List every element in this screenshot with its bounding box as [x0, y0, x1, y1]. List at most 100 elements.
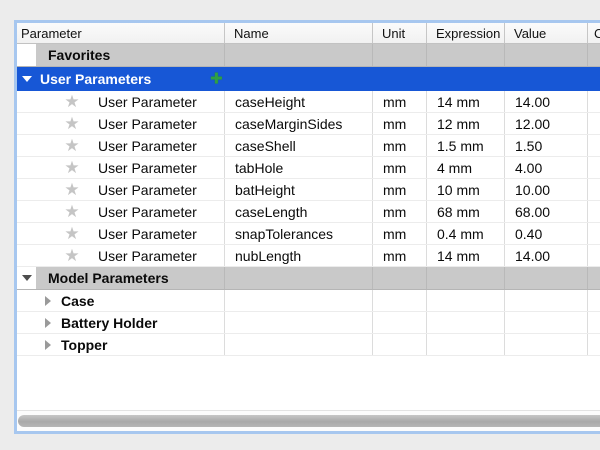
expression-cell[interactable]: 12 mm	[427, 113, 505, 134]
name-cell[interactable]: caseMarginSides	[225, 113, 373, 134]
value-cell[interactable]: 12.00	[505, 113, 588, 134]
value-cell[interactable]: 14.00	[505, 91, 588, 112]
column-header-unit[interactable]: Unit	[373, 23, 427, 43]
name-cell[interactable]: caseShell	[225, 135, 373, 156]
column-header-label: Unit	[382, 26, 405, 41]
unit-cell[interactable]: mm	[373, 201, 427, 222]
parameter-row[interactable]: ★ User Parameter batHeight mm 10 mm 10.00	[17, 179, 600, 201]
parameter-row[interactable]: ★User ParametercaseHeightmm14 mm14.00	[17, 91, 600, 113]
parameter-cell: ★ User Parameter	[17, 223, 225, 244]
value-cell[interactable]: 14.00	[505, 245, 588, 266]
column-header-label: Comments	[594, 26, 600, 41]
comments-cell	[588, 113, 600, 134]
group-empty-cell	[588, 312, 600, 333]
expression-cell[interactable]: 14 mm	[427, 245, 505, 266]
chevron-down-icon[interactable]	[22, 76, 32, 82]
expression-cell[interactable]: 4 mm	[427, 157, 505, 178]
value-cell[interactable]: 68.00	[505, 201, 588, 222]
expression-cell[interactable]: 14 mm	[427, 91, 505, 112]
section-row-user-parameters[interactable]: User Parameters ✚	[17, 67, 600, 91]
parameter-type-label: User Parameter	[98, 226, 197, 242]
group-row-case[interactable]: Case	[17, 290, 600, 312]
unit-value: mm	[383, 248, 406, 264]
unit-cell[interactable]: mm	[373, 91, 427, 112]
disclosure-gutter	[17, 267, 36, 289]
parameter-row[interactable]: ★ User Parameter tabHolemm4 mm4.00	[17, 157, 600, 179]
star-icon[interactable]: ★	[62, 181, 82, 198]
star-icon[interactable]: ★	[62, 159, 82, 176]
chevron-right-icon[interactable]	[45, 318, 51, 328]
chevron-down-icon[interactable]	[22, 275, 32, 281]
unit-cell[interactable]: mm	[373, 113, 427, 134]
section-label: Favorites	[48, 47, 110, 63]
column-header-expression[interactable]: Expression	[427, 23, 505, 43]
group-row-battery-holder[interactable]: Battery Holder	[17, 312, 600, 334]
parameter-row[interactable]: ★User ParametercaseLengthmm68 mm68.00	[17, 201, 600, 223]
name-cell[interactable]: tabHole	[225, 157, 373, 178]
star-icon[interactable]: ★	[62, 115, 82, 132]
value-cell[interactable]: 0.40	[505, 223, 588, 244]
name-cell[interactable]: caseHeight	[225, 91, 373, 112]
chevron-right-icon[interactable]	[45, 340, 51, 350]
parameter-row[interactable]: ★User ParameternubLengthmm14 mm14.00	[17, 245, 600, 267]
table-rows: FavoritesUser Parameters✚★User Parameter…	[17, 44, 600, 356]
expression-cell[interactable]: 68 mm	[427, 201, 505, 222]
plus-icon[interactable]: ✚	[210, 72, 223, 87]
value-value: 14.00	[515, 94, 550, 110]
section-empty-cell	[427, 44, 505, 66]
group-empty-cell	[225, 334, 373, 355]
column-header-name[interactable]: Name	[225, 23, 373, 43]
star-icon[interactable]: ★	[62, 93, 82, 110]
expression-value: 14 mm	[437, 94, 480, 110]
comments-cell	[588, 179, 600, 200]
section-empty-cell	[225, 44, 373, 66]
unit-cell[interactable]: mm	[373, 135, 427, 156]
name-value: caseLength	[235, 204, 307, 220]
disclosure-gutter	[17, 44, 36, 66]
expression-cell[interactable]: 1.5 mm	[427, 135, 505, 156]
section-row-favorites[interactable]: Favorites	[17, 44, 600, 67]
group-empty-cell	[427, 290, 505, 311]
name-value: batHeight	[235, 182, 295, 198]
name-cell[interactable]: snapTolerances	[225, 223, 373, 244]
scrollbar-thumb[interactable]	[18, 415, 600, 427]
unit-cell[interactable]: mm	[373, 179, 427, 200]
name-cell[interactable]: caseLength	[225, 201, 373, 222]
column-header-comments[interactable]: Comments	[588, 23, 600, 43]
unit-cell[interactable]: mm	[373, 245, 427, 266]
expression-cell[interactable]: 0.4 mm	[427, 223, 505, 244]
value-value: 10.00	[515, 182, 550, 198]
group-row-topper[interactable]: Topper	[17, 334, 600, 356]
star-icon[interactable]: ★	[62, 137, 82, 154]
name-value: nubLength	[235, 248, 301, 264]
chevron-right-icon[interactable]	[45, 296, 51, 306]
name-cell[interactable]: nubLength	[225, 245, 373, 266]
parameter-type-label: User Parameter	[98, 160, 197, 176]
value-cell[interactable]: 10.00	[505, 179, 588, 200]
value-cell[interactable]: 4.00	[505, 157, 588, 178]
unit-cell[interactable]: mm	[373, 157, 427, 178]
section-empty-cell	[427, 267, 505, 289]
star-icon[interactable]: ★	[62, 203, 82, 220]
section-label: User Parameters	[40, 71, 151, 87]
section-row-model-parameters[interactable]: Model Parameters	[17, 267, 600, 290]
parameter-row[interactable]: ★User ParametercaseShellmm1.5 mm1.50	[17, 135, 600, 157]
group-empty-cell	[373, 290, 427, 311]
horizontal-scrollbar[interactable]	[17, 410, 600, 431]
group-label: Topper	[61, 337, 107, 353]
star-icon[interactable]: ★	[62, 225, 82, 242]
section-empty-cell	[505, 267, 588, 289]
section-empty-cell	[225, 267, 373, 289]
parameter-row[interactable]: ★User ParametercaseMarginSidesmm12 mm12.…	[17, 113, 600, 135]
group-empty-cell	[225, 312, 373, 333]
unit-value: mm	[383, 182, 406, 198]
name-cell[interactable]: batHeight	[225, 179, 373, 200]
parameter-type-label: User Parameter	[98, 182, 197, 198]
unit-cell[interactable]: mm	[373, 223, 427, 244]
column-header-value[interactable]: Value	[505, 23, 588, 43]
column-header-parameter[interactable]: Parameter	[17, 23, 225, 43]
star-icon[interactable]: ★	[62, 247, 82, 264]
parameter-row[interactable]: ★ User Parameter snapTolerancesmm0.4 mm0.4…	[17, 223, 600, 245]
expression-cell[interactable]: 10 mm	[427, 179, 505, 200]
value-cell[interactable]: 1.50	[505, 135, 588, 156]
